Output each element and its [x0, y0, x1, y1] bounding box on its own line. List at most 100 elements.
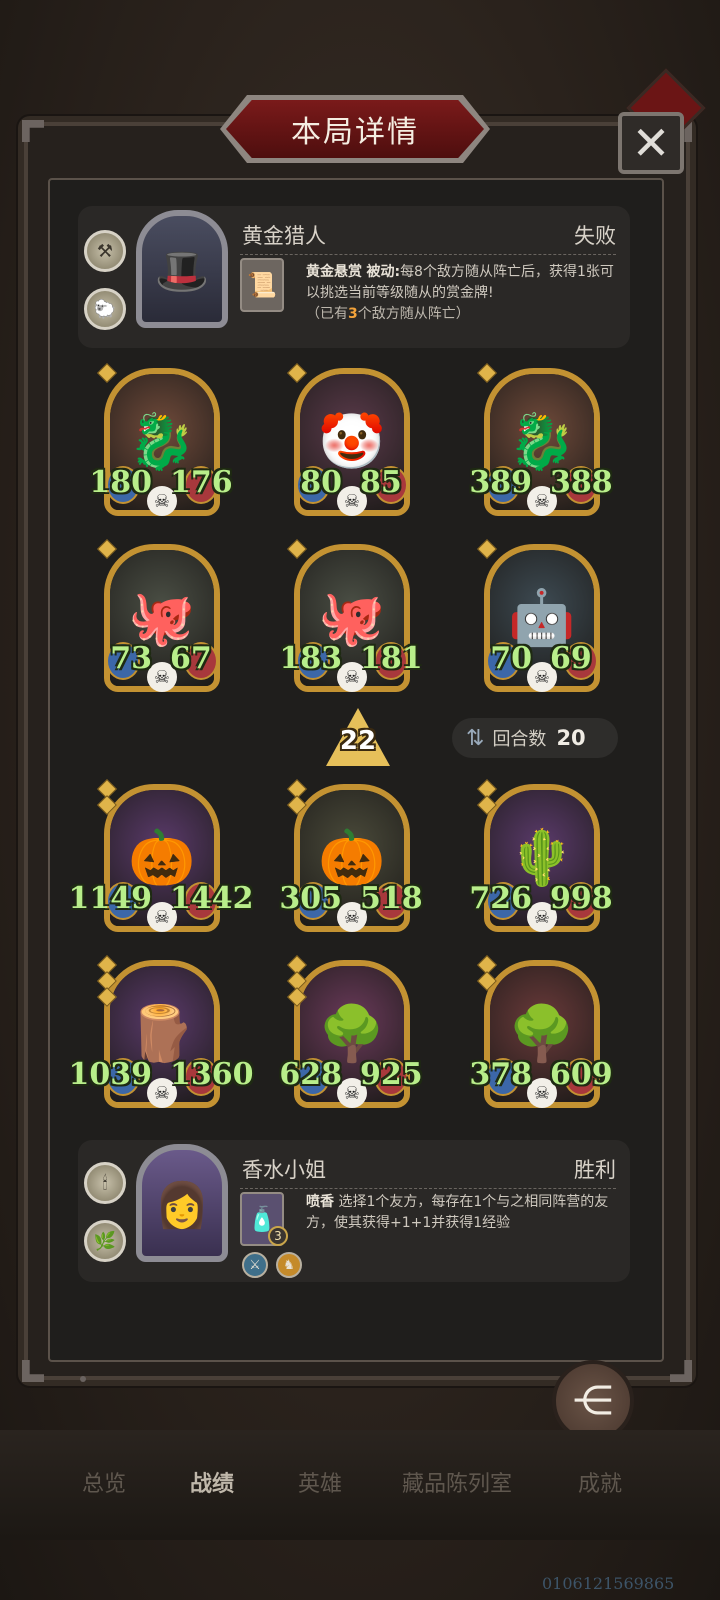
player-hero-portrait[interactable]: 👩 — [136, 1144, 228, 1262]
rounds-value: 20 — [556, 726, 586, 750]
minion-stars — [97, 539, 117, 559]
minion-card[interactable]: 🐙 ☠ 73 67 — [97, 539, 220, 692]
player-trinket-icon[interactable]: 🕯 — [84, 1162, 126, 1204]
page-indicator — [80, 1376, 86, 1382]
minion-card[interactable]: 🌳 ☠ 378 609 — [469, 955, 613, 1108]
minion-health: 67 — [170, 641, 212, 676]
star-icon — [287, 795, 307, 815]
opponent-card: ⚒ 🐑 🎩 黄金猎人 失败 📜 黄金悬赏 被动:每8个敌方随从阵亡后，获得1张可… — [78, 206, 630, 348]
minion-card[interactable]: 🐙 ☠ 183 181 — [279, 539, 423, 692]
minion-attack: 305 — [279, 881, 342, 916]
minion-attack: 80 — [300, 465, 342, 500]
minion-card[interactable]: 🐉 ☠ 180 176 — [89, 363, 233, 516]
rounds-icon: ⇅ — [466, 725, 485, 751]
star-icon — [97, 539, 117, 559]
minion-stars — [477, 539, 497, 559]
nav-records[interactable]: 战绩 — [190, 1466, 234, 1498]
bottom-nav: 总览 战绩 英雄 藏品陈列室 成就 — [0, 1430, 720, 1540]
nav-heroes[interactable]: 英雄 — [298, 1466, 342, 1498]
tier-badge: 22 — [326, 708, 390, 766]
minion-stars — [97, 955, 117, 1007]
close-icon: ✕ — [631, 116, 671, 170]
minion-health: 998 — [550, 881, 613, 916]
opponent-trinket-icon-2[interactable]: 🐑 — [84, 288, 126, 330]
nav-collection[interactable]: 藏品陈列室 — [402, 1466, 512, 1498]
user-id: 0106121569865 — [542, 1574, 675, 1593]
minion-attack: 70 — [490, 641, 532, 676]
minion-health: 518 — [360, 881, 423, 916]
star-icon — [97, 795, 117, 815]
nav-achievements[interactable]: 成就 — [578, 1466, 622, 1498]
tier-value: 22 — [339, 726, 377, 756]
close-button[interactable]: ✕ — [618, 112, 684, 174]
minion-stars — [477, 363, 497, 383]
minion-stars — [97, 779, 117, 815]
minion-health: 85 — [360, 465, 402, 500]
minion-card[interactable]: 🌳 ☠ 628 925 — [279, 955, 423, 1108]
minion-attack: 378 — [469, 1057, 532, 1092]
player-name: 香水小姐 — [242, 1158, 326, 1182]
minion-attack: 628 — [279, 1057, 342, 1092]
minion-health: 176 — [170, 465, 233, 500]
opponent-hero-portrait[interactable]: 🎩 — [136, 210, 228, 328]
opponent-skill-description: 黄金悬赏 被动:每8个敌方随从阵亡后，获得1张可以挑选当前等级随从的赏金牌! （… — [306, 264, 614, 322]
star-icon — [477, 363, 497, 383]
minion-health: 1360 — [170, 1057, 254, 1092]
nav-overview[interactable]: 总览 — [82, 1466, 126, 1498]
star-icon — [287, 539, 307, 559]
minion-stars — [97, 363, 117, 383]
share-icon: ⋲ — [573, 1378, 613, 1424]
sword-upgrade-icon[interactable]: ⚔ — [242, 1252, 268, 1278]
minion-stars — [287, 955, 307, 1007]
title-banner: 本局详情 — [226, 100, 484, 158]
skill-level-badge: 3 — [268, 1226, 288, 1246]
horse-icon[interactable]: ♞ — [276, 1252, 302, 1278]
minion-card[interactable]: 🌵 ☠ 726 998 — [469, 779, 613, 932]
divider — [240, 254, 616, 255]
minion-card[interactable]: 🐉 ☠ 389 388 — [469, 363, 613, 516]
minion-attack: 726 — [469, 881, 532, 916]
divider — [240, 1188, 616, 1189]
star-icon — [97, 987, 117, 1007]
minion-card[interactable]: 🎃 ☠ 1149 1442 — [69, 779, 254, 932]
star-icon — [477, 795, 497, 815]
gold-hunter-icon: 🎩 — [154, 246, 210, 298]
star-icon — [287, 363, 307, 383]
star-icon — [287, 987, 307, 1007]
star-icon — [97, 363, 117, 383]
player-skill-description: 喷香 选择1个友方，每存在1个与之相同阵营的友方，使其获得+1+1并获得1经验 — [306, 1194, 609, 1231]
rounds-label: 回合数 — [492, 729, 547, 750]
player-card: 🕯 🌿 👩 香水小姐 胜利 🧴 3 喷香 选择1个友方，每存在1个与之相同阵营的… — [78, 1140, 630, 1282]
bounty-poster-icon[interactable]: 📜 — [240, 258, 284, 312]
opponent-trinket-icon[interactable]: ⚒ — [84, 230, 126, 272]
minion-health: 609 — [550, 1057, 613, 1092]
minion-health: 181 — [360, 641, 423, 676]
minion-health: 69 — [550, 641, 592, 676]
minion-card[interactable]: 🤖 ☠ 70 69 — [477, 539, 600, 692]
player-result: 胜利 — [574, 1158, 616, 1182]
minion-stars — [477, 955, 497, 991]
minion-health: 925 — [360, 1057, 423, 1092]
minion-stars — [287, 363, 307, 383]
player-trinket-icon-2[interactable]: 🌿 — [84, 1220, 126, 1262]
minion-card[interactable]: 🤡 ☠ 80 85 — [287, 363, 410, 516]
minion-health: 388 — [550, 465, 613, 500]
minion-stars — [477, 779, 497, 815]
minion-stars — [287, 779, 307, 815]
page-title: 本局详情 — [291, 115, 419, 150]
minion-card[interactable]: 🪵 ☠ 1039 1360 — [69, 955, 254, 1108]
rounds-counter: ⇅ 回合数 20 — [452, 718, 618, 758]
minion-attack: 180 — [89, 465, 152, 500]
star-icon — [477, 971, 497, 991]
minion-attack: 1149 — [68, 881, 153, 916]
minion-attack: 183 — [279, 641, 342, 676]
opponent-name: 黄金猎人 — [242, 224, 326, 248]
minion-attack: 389 — [469, 465, 532, 500]
minion-attack: 1039 — [68, 1057, 153, 1092]
perfume-lady-icon: 👩 — [154, 1180, 210, 1232]
minion-health: 1442 — [170, 881, 254, 916]
minion-card[interactable]: 🎃 ☠ 305 518 — [279, 779, 423, 932]
star-icon — [477, 539, 497, 559]
minion-attack: 73 — [110, 641, 152, 676]
opponent-result: 失败 — [574, 224, 616, 248]
